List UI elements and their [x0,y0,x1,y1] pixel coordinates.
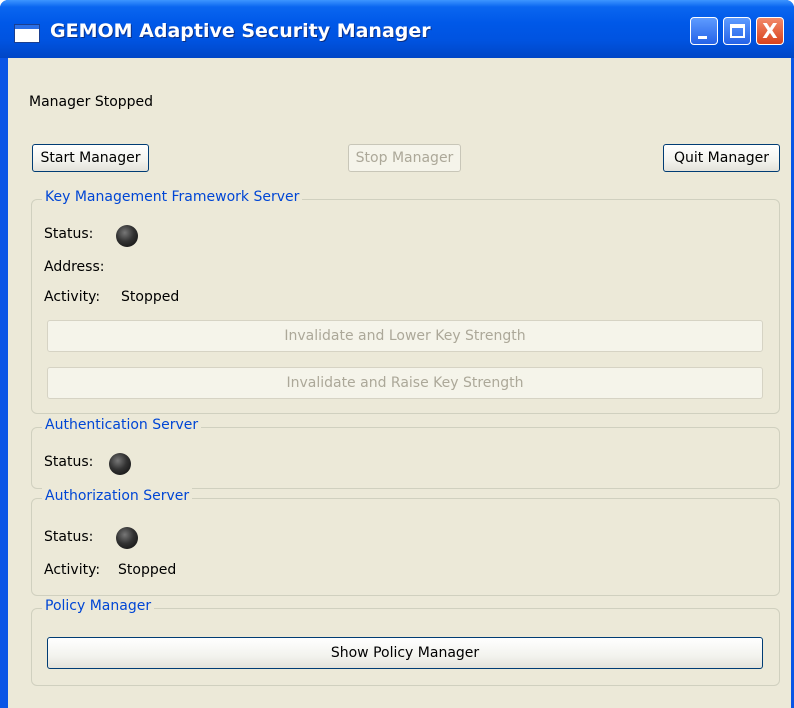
maximize-icon [730,24,745,38]
kmf-status-indicator-icon [116,225,138,247]
kmf-status-label: Status: [44,226,94,242]
kmf-activity-label: Activity: [44,289,101,305]
minimize-button[interactable] [690,17,718,45]
manager-status-text: Manager Stopped [29,94,154,110]
close-button[interactable]: X [756,17,784,45]
policy-group-title: Policy Manager [42,598,155,614]
authorization-status-indicator-icon [116,527,138,549]
authorization-server-group: Authorization Server Status: Activity: S… [31,488,780,596]
authorization-activity-value: Stopped [118,562,177,578]
start-manager-button[interactable]: Start Manager [32,144,149,172]
authentication-group-title: Authentication Server [42,417,202,433]
window-client-area: Manager Stopped Start Manager Stop Manag… [8,58,791,708]
authentication-status-indicator-icon [109,453,131,475]
minimize-icon [698,36,707,39]
invalidate-raise-key-button[interactable]: Invalidate and Raise Key Strength [47,367,763,399]
authorization-group-title: Authorization Server [42,488,193,504]
kmf-group-title: Key Management Framework Server [42,189,303,205]
kmf-server-group: Key Management Framework Server Status: … [31,189,780,414]
close-icon: X [762,19,778,43]
maximize-button[interactable] [723,17,751,45]
kmf-address-label: Address: [44,259,105,275]
title-bar[interactable]: GEMOM Adaptive Security Manager X [0,0,794,58]
quit-manager-button[interactable]: Quit Manager [663,144,780,172]
authorization-status-label: Status: [44,529,94,545]
invalidate-lower-key-button[interactable]: Invalidate and Lower Key Strength [47,320,763,352]
stop-manager-button[interactable]: Stop Manager [348,144,461,172]
authorization-activity-label: Activity: [44,562,101,578]
app-window: GEMOM Adaptive Security Manager X Manage… [0,0,794,708]
policy-manager-group: Policy Manager Show Policy Manager [31,598,780,686]
window-title: GEMOM Adaptive Security Manager [50,20,431,42]
kmf-activity-value: Stopped [121,289,180,305]
authentication-server-group: Authentication Server Status: [31,417,780,489]
authentication-status-label: Status: [44,454,94,470]
window-app-icon [14,24,40,43]
show-policy-manager-button[interactable]: Show Policy Manager [47,637,763,669]
